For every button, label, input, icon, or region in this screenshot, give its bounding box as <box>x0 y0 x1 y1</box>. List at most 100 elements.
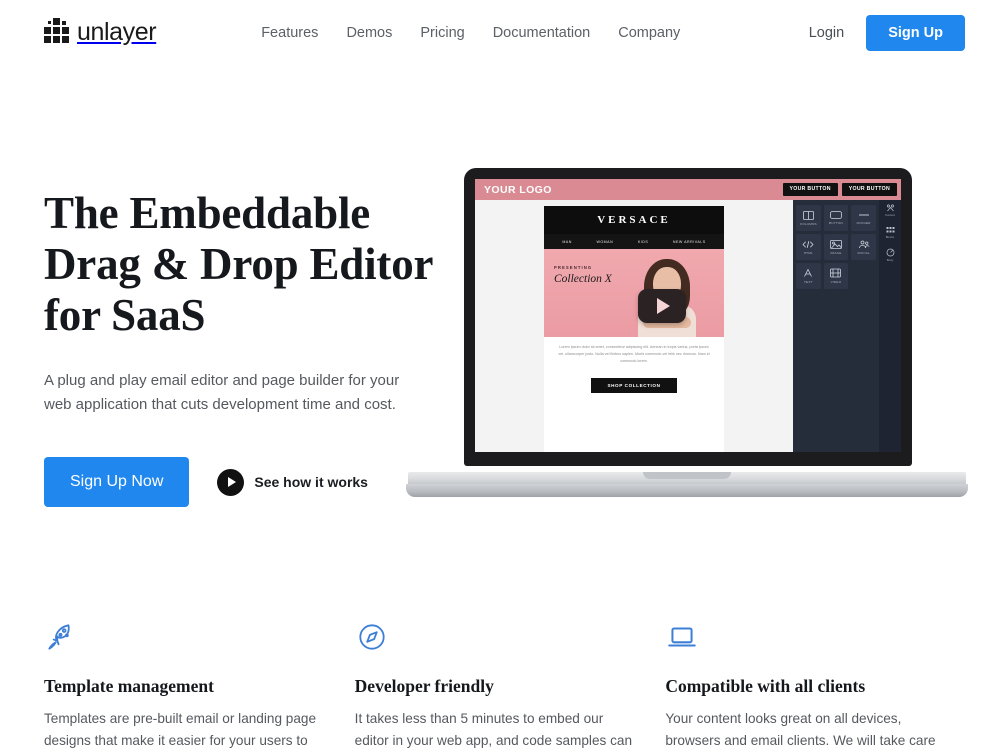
columns-icon <box>802 210 814 220</box>
tool-video-label: VIDEO <box>830 280 842 284</box>
editor-screen: YOUR LOGO YOUR BUTTON YOUR BUTTON VERSAC… <box>475 179 901 452</box>
shop-collection-button[interactable]: SHOP COLLECTION <box>591 377 677 393</box>
laptop-base <box>406 472 968 498</box>
email-nav: MAN WOMAN KIDS NEW ARRIVALS <box>544 234 724 249</box>
email-body-text: Lorem ipsum dolor sit amet, consectetur … <box>544 337 724 369</box>
divider-icon <box>858 214 869 216</box>
hero-subtitle-line-2: web application that cuts development ti… <box>44 395 396 413</box>
brand-name: unlayer <box>77 17 157 46</box>
blocks-icon <box>886 227 894 233</box>
email-template: VERSACE MAN WOMAN KIDS NEW ARRIVALS PRES… <box>544 206 724 452</box>
rail-item-content[interactable]: Content <box>885 204 895 217</box>
nav-item-documentation[interactable]: Documentation <box>493 25 591 41</box>
content-icon <box>886 204 894 212</box>
video-play-icon[interactable] <box>637 289 686 324</box>
email-nav-kids[interactable]: KIDS <box>638 240 648 244</box>
nav-item-demos[interactable]: Demos <box>346 25 392 41</box>
hero-copy: The Embeddable Drag & Drop Editor for Sa… <box>44 166 444 508</box>
hero-subtitle: A plug and play email editor and page bu… <box>44 369 404 418</box>
nav-item-features[interactable]: Features <box>261 25 318 41</box>
rail-content-label: Content <box>884 213 896 217</box>
nav-item-company[interactable]: Company <box>618 25 680 41</box>
tool-html-label: HTML <box>803 250 813 255</box>
tool-text-label: TEXT <box>803 280 813 284</box>
feature-title: Template management <box>44 676 214 696</box>
feature-card-compatible-clients: Compatible with all clients Your content… <box>665 620 976 751</box>
tool-button[interactable]: BUTTON <box>823 205 849 231</box>
editor-top-buttons: YOUR BUTTON YOUR BUTTON <box>782 183 897 196</box>
email-headline: Collection X <box>554 273 612 285</box>
tool-image-label: IMAGE <box>830 250 842 255</box>
rocket-icon <box>44 620 327 662</box>
email-brand-name: VERSACE <box>597 214 671 226</box>
rail-item-blocks[interactable]: Blocks <box>886 226 895 239</box>
body-icon <box>886 248 894 257</box>
email-hero-image: PRESENTING Collection X <box>544 249 724 337</box>
nav-actions: Login Sign Up <box>809 14 965 52</box>
see-how-it-works-link[interactable]: See how it works <box>217 468 368 496</box>
feature-title: Compatible with all clients <box>665 676 866 696</box>
email-body-paragraph: Lorem ipsum dolor sit amet, consectetur … <box>558 345 710 363</box>
button-icon <box>830 211 842 219</box>
email-eyebrow: PRESENTING <box>554 265 593 270</box>
rail-item-body[interactable]: Body <box>886 248 895 262</box>
hero-title-line-1: The Embeddable <box>44 188 371 238</box>
editor-logo-label: YOUR LOGO <box>484 183 552 196</box>
compass-icon <box>355 620 638 662</box>
login-link[interactable]: Login <box>809 25 844 41</box>
tool-social[interactable]: SOCIAL <box>851 234 876 260</box>
editor-tool-grid: COLUMNS BUTTON DIVIDER HTML IMAGE SOCIAL… <box>793 200 879 452</box>
signup-button[interactable]: Sign Up <box>866 14 965 52</box>
email-nav-new-arrivals[interactable]: NEW ARRIVALS <box>673 240 706 244</box>
tool-video[interactable]: VIDEO <box>823 263 849 289</box>
editor-tools-panel: COLUMNS BUTTON DIVIDER HTML IMAGE SOCIAL… <box>793 200 901 452</box>
feature-body: Templates are pre-built email or landing… <box>44 711 317 749</box>
rail-body-label: Body <box>886 258 894 262</box>
hero-title-line-3: for SaaS <box>44 289 206 340</box>
tool-text[interactable]: TEXT <box>796 263 821 289</box>
feature-card-developer-friendly: Developer friendly It takes less than 5 … <box>355 620 666 751</box>
hero-subtitle-line-1: A plug and play email editor and page bu… <box>44 371 400 389</box>
tool-image[interactable]: IMAGE <box>823 234 849 260</box>
tool-columns-label: COLUMNS <box>799 221 817 226</box>
features-section: Template management Templates are pre-bu… <box>0 620 1000 751</box>
text-icon <box>804 268 813 277</box>
editor-canvas[interactable]: VERSACE MAN WOMAN KIDS NEW ARRIVALS PRES… <box>475 200 793 452</box>
laptop-mockup: YOUR LOGO YOUR BUTTON YOUR BUTTON VERSAC… <box>406 168 968 498</box>
tool-html[interactable]: HTML <box>796 234 821 260</box>
unlayer-pixel-logo-icon <box>44 18 70 48</box>
signup-now-button[interactable]: Sign Up Now <box>44 457 190 508</box>
rail-blocks-label: Blocks <box>885 235 895 239</box>
feature-card-template-management: Template management Templates are pre-bu… <box>44 620 355 751</box>
email-nav-man[interactable]: MAN <box>562 240 572 244</box>
email-cta-wrap: SHOP COLLECTION <box>544 369 724 402</box>
video-icon <box>830 268 842 278</box>
primary-nav-links: Features Demos Pricing Documentation Com… <box>261 25 680 41</box>
editor-top-bar: YOUR LOGO YOUR BUTTON YOUR BUTTON <box>475 179 901 200</box>
laptop-icon <box>665 620 948 662</box>
nav-item-pricing[interactable]: Pricing <box>420 25 464 41</box>
editor-side-rail: Content Blocks Body <box>879 200 901 452</box>
code-icon <box>802 240 814 248</box>
hero-title-line-2: Drag & Drop Editor <box>44 238 434 289</box>
tool-columns[interactable]: COLUMNS <box>796 205 821 231</box>
tool-divider[interactable]: DIVIDER <box>851 205 876 231</box>
email-brand-bar: VERSACE <box>544 206 724 234</box>
feature-title: Developer friendly <box>354 676 494 696</box>
feature-body: Your content looks great on all devices,… <box>665 711 936 749</box>
play-icon <box>217 468 245 496</box>
tool-button-label: BUTTON <box>829 221 843 225</box>
tool-divider-label: DIVIDER <box>856 221 871 225</box>
hero-cta-group: Sign Up Now See how it works <box>44 457 444 508</box>
editor-top-button-1[interactable]: YOUR BUTTON <box>782 183 838 196</box>
email-nav-woman[interactable]: WOMAN <box>597 240 614 244</box>
laptop-notch <box>643 472 731 479</box>
image-icon <box>830 239 842 249</box>
laptop-lid: YOUR LOGO YOUR BUTTON YOUR BUTTON VERSAC… <box>464 168 912 466</box>
brand-logo-link[interactable]: unlayer <box>44 17 157 48</box>
page-title: The Embeddable Drag & Drop Editor for Sa… <box>44 188 444 341</box>
editor-top-button-2[interactable]: YOUR BUTTON <box>841 183 897 196</box>
feature-body: It takes less than 5 minutes to embed ou… <box>354 711 633 749</box>
see-how-it-works-label: See how it works <box>254 474 368 491</box>
social-icon <box>858 240 870 248</box>
